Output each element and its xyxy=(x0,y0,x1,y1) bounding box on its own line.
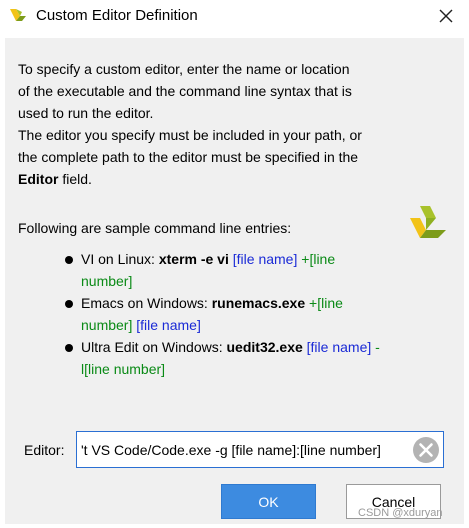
clear-button[interactable] xyxy=(411,435,441,465)
close-icon xyxy=(439,9,453,23)
window-title: Custom Editor Definition xyxy=(36,7,198,24)
bullet-icon xyxy=(65,344,73,352)
entry-command: xterm -e vi xyxy=(158,251,229,267)
vivado-logo-icon xyxy=(8,5,28,25)
editor-field-ref: Editor xyxy=(18,171,59,187)
list-item: Emacs on Windows: runemacs.exe +[line nu… xyxy=(65,292,385,336)
close-button[interactable] xyxy=(423,0,469,32)
entry-command: uedit32.exe xyxy=(226,339,303,355)
intro-line: the complete path to the editor must be … xyxy=(18,149,359,165)
ok-button[interactable]: OK xyxy=(221,484,316,519)
title-bar: Custom Editor Definition xyxy=(0,0,469,32)
clear-icon xyxy=(413,437,439,463)
editor-label: Editor: xyxy=(24,442,65,458)
custom-editor-dialog: Custom Editor Definition To specify a cu… xyxy=(0,0,469,528)
entry-line-token: [line number] xyxy=(84,361,166,377)
intro-line: Editor field. xyxy=(18,168,438,190)
editor-field-container xyxy=(76,431,444,468)
entry-line-prefix: + xyxy=(305,295,318,311)
watermark-text: CSDN @xduryan xyxy=(358,507,443,519)
vivado-logo-icon xyxy=(406,202,450,246)
entry-line-prefix: + xyxy=(297,251,310,267)
intro-line: of the executable and the command line s… xyxy=(18,83,352,99)
entry-command: runemacs.exe xyxy=(211,295,306,311)
content-panel: To specify a custom editor, enter the na… xyxy=(5,38,464,524)
sample-entries-list: VI on Linux: xterm -e vi [file name] + [l… xyxy=(65,248,385,380)
entry-prefix: Emacs on Windows: xyxy=(81,295,212,311)
entry-file-token: [file name] xyxy=(302,339,372,355)
entry-prefix: VI on Linux: xyxy=(81,251,159,267)
intro-line: used to run the editor. xyxy=(18,105,154,121)
entry-file-token: [file name] xyxy=(228,251,298,267)
intro-text: To specify a custom editor, enter the na… xyxy=(18,58,438,190)
intro-line-rest: field. xyxy=(58,171,92,187)
entry-prefix: Ultra Edit on Windows: xyxy=(81,339,227,355)
editor-input[interactable] xyxy=(77,432,407,467)
intro-line: The editor you specify must be included … xyxy=(18,127,362,143)
entry-file-token: [file name] xyxy=(132,317,201,333)
intro-line: To specify a custom editor, enter the na… xyxy=(18,61,350,77)
bullet-icon xyxy=(65,300,73,308)
sample-heading: Following are sample command line entrie… xyxy=(18,220,292,236)
list-item: VI on Linux: xterm -e vi [file name] +[l… xyxy=(65,248,385,292)
bullet-icon xyxy=(65,256,73,264)
list-item: Ultra Edit on Windows: uedit32.exe [file… xyxy=(65,336,385,380)
